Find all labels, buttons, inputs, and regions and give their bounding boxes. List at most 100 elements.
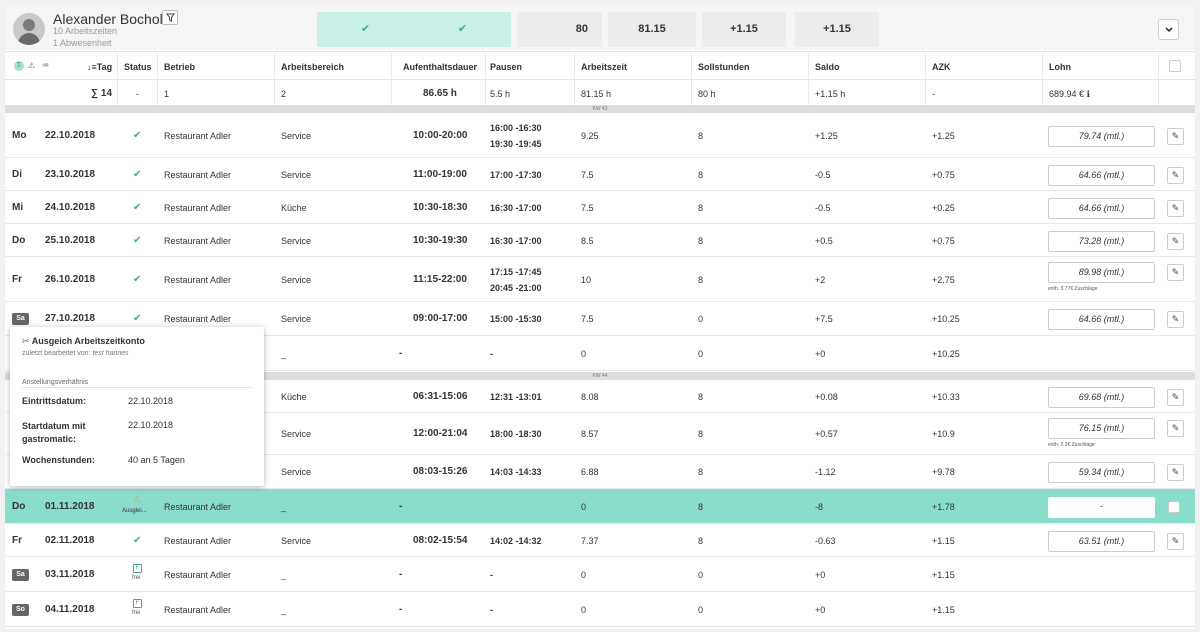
sollstunden-cell: 8 (698, 275, 704, 285)
status-check-icon[interactable]: ✔ (133, 169, 141, 180)
edit-icon[interactable]: ✎ (1167, 200, 1184, 217)
edit-icon[interactable]: ✎ (1167, 420, 1184, 437)
aufenthaltsdauer-cell: 12:00-21:04 (413, 428, 468, 439)
chevron-down-icon[interactable] (1158, 19, 1179, 40)
lohn-input[interactable]: - (1048, 497, 1155, 518)
filter-icon[interactable] (162, 10, 178, 25)
lohn-input[interactable]: 79.74 (mtl.) (1048, 126, 1155, 147)
day-label: Mi (12, 202, 24, 213)
azk-cell: +1.15 (932, 536, 955, 546)
col-betrieb[interactable]: Betrieb (164, 62, 195, 72)
select-all-checkbox[interactable] (1169, 60, 1181, 72)
saldo-cell: +0 (815, 605, 826, 615)
date-label: 03.11.2018 (45, 569, 95, 580)
table-row[interactable]: Fr 26.10.2018 ✔ Restaurant Adler Service 11:1… (5, 257, 1195, 302)
col-arbeitszeit[interactable]: Arbeitszeit (581, 62, 627, 72)
saldo-cell: -0.5 (815, 203, 831, 213)
col-pausen[interactable]: Pausen (490, 62, 522, 72)
popover-label: Startdatum mit gastromatic: (22, 421, 86, 444)
col-aufenthaltsdauer[interactable]: Aufenthaltsdauer (403, 62, 477, 72)
arbeitszeit-cell: 0 (581, 605, 587, 615)
sollstunden-cell: 8 (698, 467, 704, 477)
sollstunden-cell: 0 (698, 605, 704, 615)
azk-cell: +1.15 (932, 605, 955, 615)
table-row[interactable]: So 04.11.2018 Ffrei Restaurant Adler _ - - 0 0 +0… (5, 592, 1195, 627)
lohn-input[interactable]: 64.66 (mtl.) (1048, 198, 1155, 219)
sollstunden-cell: 8 (698, 131, 704, 141)
date-label: 24.10.2018 (45, 202, 96, 213)
popover-subtitle: zuletzt bearbeitet von: test hannes (22, 350, 129, 357)
summary-saldo: +1.15 h (815, 89, 846, 99)
sollstunden-cell: 0 (698, 349, 704, 359)
sollstunden-cell: 8 (698, 536, 704, 546)
azk-cell: +10.25 (932, 314, 960, 324)
lohn-input[interactable]: 59.34 (mtl.) (1048, 462, 1155, 483)
arbeitsbereich-cell: Service (281, 536, 312, 546)
col-arbeitsbereich[interactable]: Arbeitsbereich (281, 62, 344, 72)
status-check-icon[interactable]: ✔ (133, 535, 141, 546)
edit-icon[interactable]: ✎ (1167, 264, 1184, 281)
azk-cell: +10.33 (932, 392, 960, 402)
status-check-icon[interactable]: ✔ (133, 130, 141, 141)
azk-cell: +1.78 (932, 502, 955, 512)
absence-count: 1 Abwesenheit (53, 38, 112, 48)
pause-cell: - (490, 570, 493, 580)
lohn-input[interactable]: 76.15 (mtl.) (1048, 418, 1155, 439)
warning-icon[interactable]: ⚠ (133, 494, 141, 505)
day-label: Fr (12, 535, 22, 546)
lohn-input[interactable]: 89.98 (mtl.) (1048, 262, 1155, 283)
status-check-icon[interactable]: ✔ (133, 235, 141, 246)
warning-filter-icon[interactable]: ⚠ (28, 61, 35, 70)
free-day-icon[interactable]: F (133, 564, 142, 573)
summary-status-check-2: ✔ (414, 12, 511, 47)
arbeitsbereich-cell: _ (281, 605, 287, 615)
table-row[interactable]: Sa 03.11.2018 Ffrei Restaurant Adler _ - - 0 0 +0… (5, 557, 1195, 592)
sum-toggle-icon[interactable]: Σ (14, 61, 24, 71)
table-row[interactable]: Do 25.10.2018 ✔ Restaurant Adler Service 10:3… (5, 224, 1195, 257)
pause-cell: 12:31 -13:01 (490, 392, 542, 402)
day-label: Do (12, 235, 26, 246)
aufenthaltsdauer-cell: - (399, 501, 403, 512)
arbeitsbereich-cell: Küche (281, 203, 307, 213)
arbeitsbereich-cell: Service (281, 236, 312, 246)
edit-icon[interactable]: ✎ (1167, 167, 1184, 184)
status-check-icon[interactable]: ✔ (133, 313, 141, 324)
col-saldo[interactable]: Saldo (815, 62, 840, 72)
summary-arbeitszeit: 81.15 h (581, 89, 612, 99)
edit-icon[interactable]: ✎ (1167, 464, 1184, 481)
table-row[interactable]: Mo 22.10.2018 ✔ Restaurant Adler Service 10:0… (5, 113, 1195, 158)
col-status[interactable]: Status (124, 62, 152, 72)
status-check-icon[interactable]: ✔ (133, 274, 141, 285)
edit-icon[interactable]: ✎ (1167, 311, 1184, 328)
azk-cell: +1.15 (932, 570, 955, 580)
edit-icon[interactable]: ✎ (1167, 389, 1184, 406)
lohn-input[interactable]: 73.28 (mtl.) (1048, 231, 1155, 252)
sort-day-header[interactable]: ↓≡Tag (87, 62, 112, 72)
aufenthaltsdauer-cell: 10:30-18:30 (413, 202, 468, 213)
col-lohn[interactable]: Lohn (1049, 62, 1071, 72)
date-label: 27.10.2018 (45, 313, 96, 324)
edit-icon[interactable]: ✎ (1167, 128, 1184, 145)
lohn-input[interactable]: 69.68 (mtl.) (1048, 387, 1155, 408)
pause-cell: 16:00 -16:30 (490, 123, 542, 133)
table-row[interactable]: Do 01.11.2018 ⚠ Ausglei... Restaurant Adler _… (5, 489, 1195, 524)
status-check-icon[interactable]: ✔ (133, 202, 141, 213)
table-row[interactable]: Fr 02.11.2018 ✔ Restaurant Adler Service 08:0… (5, 524, 1195, 557)
table-row[interactable]: Mi 24.10.2018 ✔ Restaurant Adler Küche 10:30-… (5, 191, 1195, 224)
saldo-cell: -0.5 (815, 170, 831, 180)
group-filter-icon[interactable]: ♒ (42, 61, 49, 70)
lohn-input[interactable]: 64.66 (mtl.) (1048, 165, 1155, 186)
pause-cell: - (490, 349, 493, 359)
aufenthaltsdauer-cell: 11:15-22:00 (413, 274, 467, 285)
col-azk[interactable]: AZK (932, 62, 951, 72)
arbeitsbereich-cell: _ (281, 570, 287, 580)
edit-icon[interactable]: ✎ (1167, 233, 1184, 250)
row-checkbox[interactable] (1168, 501, 1180, 513)
lohn-input[interactable]: 63.51 (mtl.) (1048, 531, 1155, 552)
day-label: Di (12, 169, 22, 180)
lohn-input[interactable]: 64.66 (mtl.) (1048, 309, 1155, 330)
edit-icon[interactable]: ✎ (1167, 533, 1184, 550)
free-day-icon[interactable]: F (133, 599, 142, 608)
table-row[interactable]: Di 23.10.2018 ✔ Restaurant Adler Service 11:0… (5, 158, 1195, 191)
col-sollstunden[interactable]: Sollstunden (698, 62, 750, 72)
